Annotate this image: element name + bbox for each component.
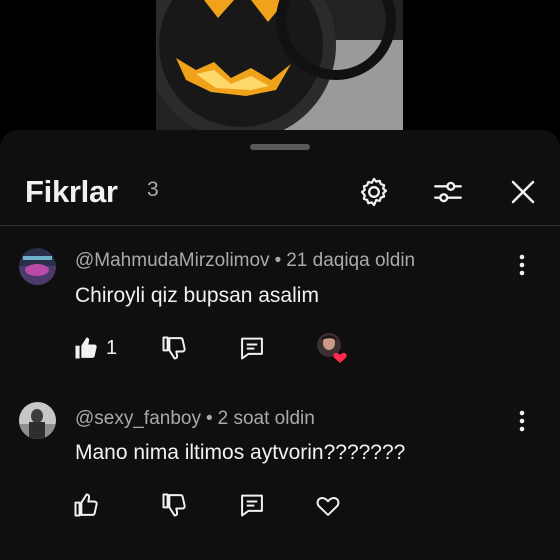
comment-actions: 1: [72, 331, 372, 365]
close-button[interactable]: [503, 172, 543, 212]
more-vert-icon: [519, 254, 525, 276]
dislike-button[interactable]: [160, 331, 188, 365]
filter-button[interactable]: [428, 172, 468, 212]
comment-actions: [72, 488, 372, 522]
thumbs-up-icon: [74, 493, 98, 517]
comment-item: @MahmudaMirzolimov • 21 daqiqa oldin Chiro…: [0, 240, 560, 380]
settings-button[interactable]: [354, 172, 394, 212]
comment-meta: @MahmudaMirzolimov • 21 daqiqa oldin: [75, 250, 416, 271]
reply-comment-icon: [241, 494, 263, 517]
comment-author[interactable]: @sexy_fanboy: [75, 408, 201, 429]
thumbs-down-icon: [162, 336, 186, 360]
comment-meta: @sexy_fanboy • 2 soat oldin: [75, 408, 315, 429]
more-options-button[interactable]: [510, 406, 534, 436]
heart-outline-icon: [316, 497, 340, 516]
like-button[interactable]: 1: [72, 331, 117, 365]
gear-icon: [360, 177, 388, 207]
comment-item: @sexy_fanboy • 2 soat oldin Mano nima ilti…: [0, 400, 560, 540]
more-vert-icon: [519, 410, 525, 432]
comment-time[interactable]: 21 daqiqa oldin: [286, 250, 415, 271]
like-button[interactable]: [72, 488, 100, 522]
close-icon: [511, 180, 535, 204]
heart-button[interactable]: [314, 488, 342, 522]
heart-icon: [333, 352, 347, 363]
more-options-button[interactable]: [510, 250, 534, 280]
comments-count: 3: [147, 178, 159, 201]
comments-title: Fikrlar: [25, 174, 118, 209]
reply-button[interactable]: [238, 331, 266, 365]
sliders-icon: [434, 181, 462, 203]
comment-text: Mano nima iltimos aytvorin???????: [75, 441, 406, 464]
like-count: 1: [106, 336, 118, 359]
video-player[interactable]: [0, 0, 560, 140]
comments-sheet: Fikrlar 3 @MahmudaMirzolimov • 21 daqiqa…: [0, 130, 560, 560]
reply-button[interactable]: [238, 488, 266, 522]
avatar[interactable]: [19, 248, 56, 285]
comment-author[interactable]: @MahmudaMirzolimov: [75, 250, 270, 271]
avatar[interactable]: [19, 402, 56, 439]
comments-header: Fikrlar 3: [0, 158, 560, 226]
thumbs-up-filled-icon: [75, 337, 97, 359]
thumbs-down-icon: [162, 493, 186, 517]
drag-handle[interactable]: [250, 144, 310, 150]
comment-time[interactable]: 2 soat oldin: [218, 408, 315, 429]
creator-heart-badge: [316, 332, 348, 364]
reply-comment-icon: [241, 337, 263, 360]
comment-text: Chiroyli qiz bupsan asalim: [75, 284, 319, 307]
dislike-button[interactable]: [160, 488, 188, 522]
video-thumbnail: [156, 0, 403, 132]
header-divider: [0, 225, 560, 226]
